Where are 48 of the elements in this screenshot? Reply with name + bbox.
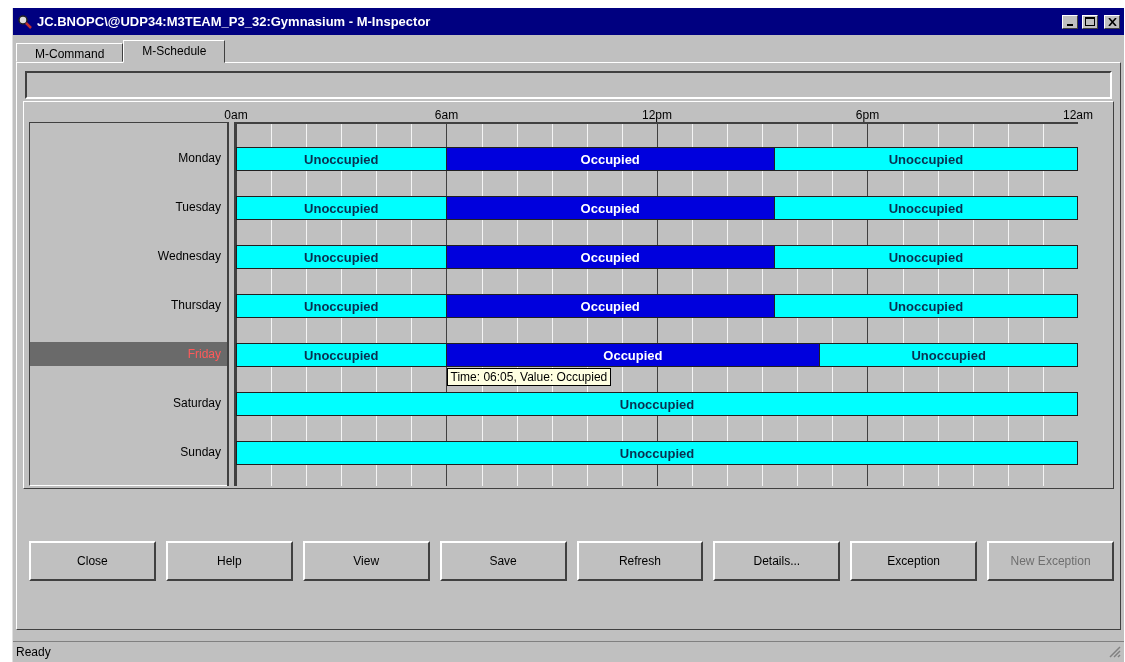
close-button[interactable] [1104, 14, 1120, 29]
magnifier-icon [17, 13, 33, 30]
schedule-segment[interactable]: Occupied [446, 196, 775, 220]
schedule-segment[interactable]: Unoccupied [774, 294, 1078, 318]
time-label: 12pm [642, 108, 672, 122]
window-title: JC.BNOPC\@UDP34:M3TEAM_P3_32:Gymnasium - M-Inspector [37, 14, 432, 29]
tab[interactable]: M-Schedule [123, 40, 226, 63]
action-button[interactable]: View [302, 541, 430, 581]
time-label: 6am [434, 108, 459, 122]
minimize-button[interactable] [1062, 14, 1078, 29]
schedule-segment[interactable]: Occupied [446, 147, 775, 171]
schedule-segment[interactable]: Unoccupied [236, 196, 447, 220]
minimize-icon [1067, 23, 1073, 26]
schedule-segment[interactable]: Unoccupied [236, 147, 447, 171]
status-text: Ready [16, 645, 51, 659]
schedule-segment[interactable]: Unoccupied [774, 245, 1078, 269]
resize-grip-icon [1109, 646, 1121, 658]
day-label[interactable]: Sunday [30, 440, 227, 464]
maximize-icon [1085, 17, 1095, 26]
schedule-segment[interactable]: Occupied [446, 245, 775, 269]
day-label[interactable]: Wednesday [30, 244, 227, 268]
time-label: 0am [224, 108, 248, 122]
action-button[interactable]: Save [439, 541, 567, 581]
schedule-segment[interactable]: Unoccupied [236, 392, 1078, 416]
action-button[interactable]: Exception [850, 541, 978, 581]
schedule-segment[interactable]: Unoccupied [774, 196, 1078, 220]
schedule-segment[interactable]: Occupied [446, 294, 775, 318]
schedule-segment[interactable]: Unoccupied [236, 294, 447, 318]
schedule-segment[interactable]: Occupied [446, 343, 821, 367]
schedule-segment[interactable]: Unoccupied [236, 343, 447, 367]
schedule-segment[interactable]: Unoccupied [774, 147, 1078, 171]
tab[interactable]: M-Command [16, 43, 124, 62]
schedule-segment[interactable]: Unoccupied [236, 441, 1078, 465]
schedule-segment[interactable]: Unoccupied [236, 245, 447, 269]
schedule-segment[interactable]: Unoccupied [820, 343, 1078, 367]
day-label[interactable]: Thursday [30, 293, 227, 317]
maximize-button[interactable] [1082, 14, 1098, 29]
day-label[interactable]: Tuesday [30, 195, 227, 219]
action-button[interactable]: Details... [713, 541, 841, 581]
day-label[interactable]: Saturday [30, 391, 227, 415]
close-icon [1107, 17, 1117, 26]
action-button[interactable]: Refresh [576, 541, 704, 581]
day-label[interactable]: Monday [30, 146, 227, 170]
tooltip: Time: 06:05, Value: Occupied [446, 368, 612, 386]
time-label: 6pm [855, 108, 880, 122]
action-button[interactable]: Help [165, 541, 293, 581]
action-button[interactable]: Close [29, 541, 156, 581]
time-label: 12am [1063, 108, 1093, 122]
